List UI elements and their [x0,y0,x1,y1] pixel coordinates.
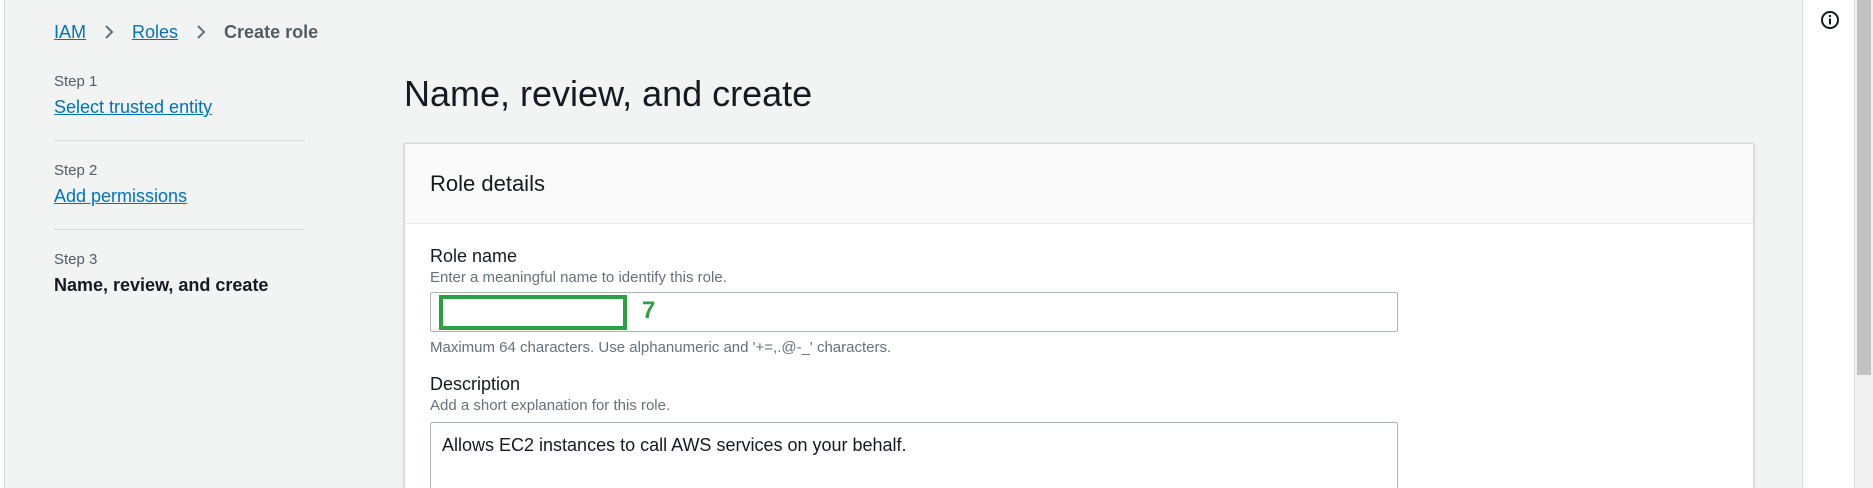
role-details-body: Role name Enter a meaningful name to ide… [405,224,1753,488]
help-panel-rail [1802,0,1854,488]
page-scrollbar[interactable] [1854,0,1873,488]
chevron-right-icon [105,25,114,39]
step-link-add-permissions[interactable]: Add permissions [54,183,187,209]
role-details-title: Role details [430,171,545,196]
role-name-description: Enter a meaningful name to identify this… [430,269,727,286]
step-number: Step 1 [54,73,98,90]
breadcrumb-iam-link[interactable]: IAM [54,22,86,43]
wizard-step-3: Step 3 Name, review, and create [54,229,305,318]
role-name-field: 7 [430,292,1398,332]
info-icon[interactable] [1819,9,1841,31]
role-details-container: Role details Role name Enter a meaningfu… [404,143,1754,488]
breadcrumb-current: Create role [224,21,319,42]
step-number: Step 2 [54,162,98,179]
step-current-label: Name, review, and create [54,275,269,295]
wizard-step-2: Step 2 Add permissions [54,140,305,229]
page-title: Name, review, and create [404,73,813,114]
wizard-step-1: Step 1 Select trusted entity [54,72,305,140]
role-name-label: Role name [430,246,518,266]
description-textarea[interactable]: Allows EC2 instances to call AWS service… [442,433,1386,481]
description-label: Description [430,374,521,394]
left-edge-panel [0,0,5,488]
description-help-text: Add a short explanation for this role. [430,397,671,414]
step-number: Step 3 [54,251,98,268]
wizard-steps: Step 1 Select trusted entity Step 2 Add … [54,72,305,318]
description-field: Allows EC2 instances to call AWS service… [430,422,1398,488]
role-name-input[interactable] [431,293,1397,331]
breadcrumb-roles-link[interactable]: Roles [132,22,178,43]
role-name-constraint: Maximum 64 characters. Use alphanumeric … [430,339,892,356]
role-details-header: Role details [405,144,1753,224]
chevron-right-icon [197,25,206,39]
step-link-select-trusted-entity[interactable]: Select trusted entity [54,94,212,120]
scrollbar-thumb[interactable] [1857,0,1871,375]
annotation-number-label: 7 [642,297,656,324]
breadcrumb: IAM Roles Create role [54,20,318,44]
